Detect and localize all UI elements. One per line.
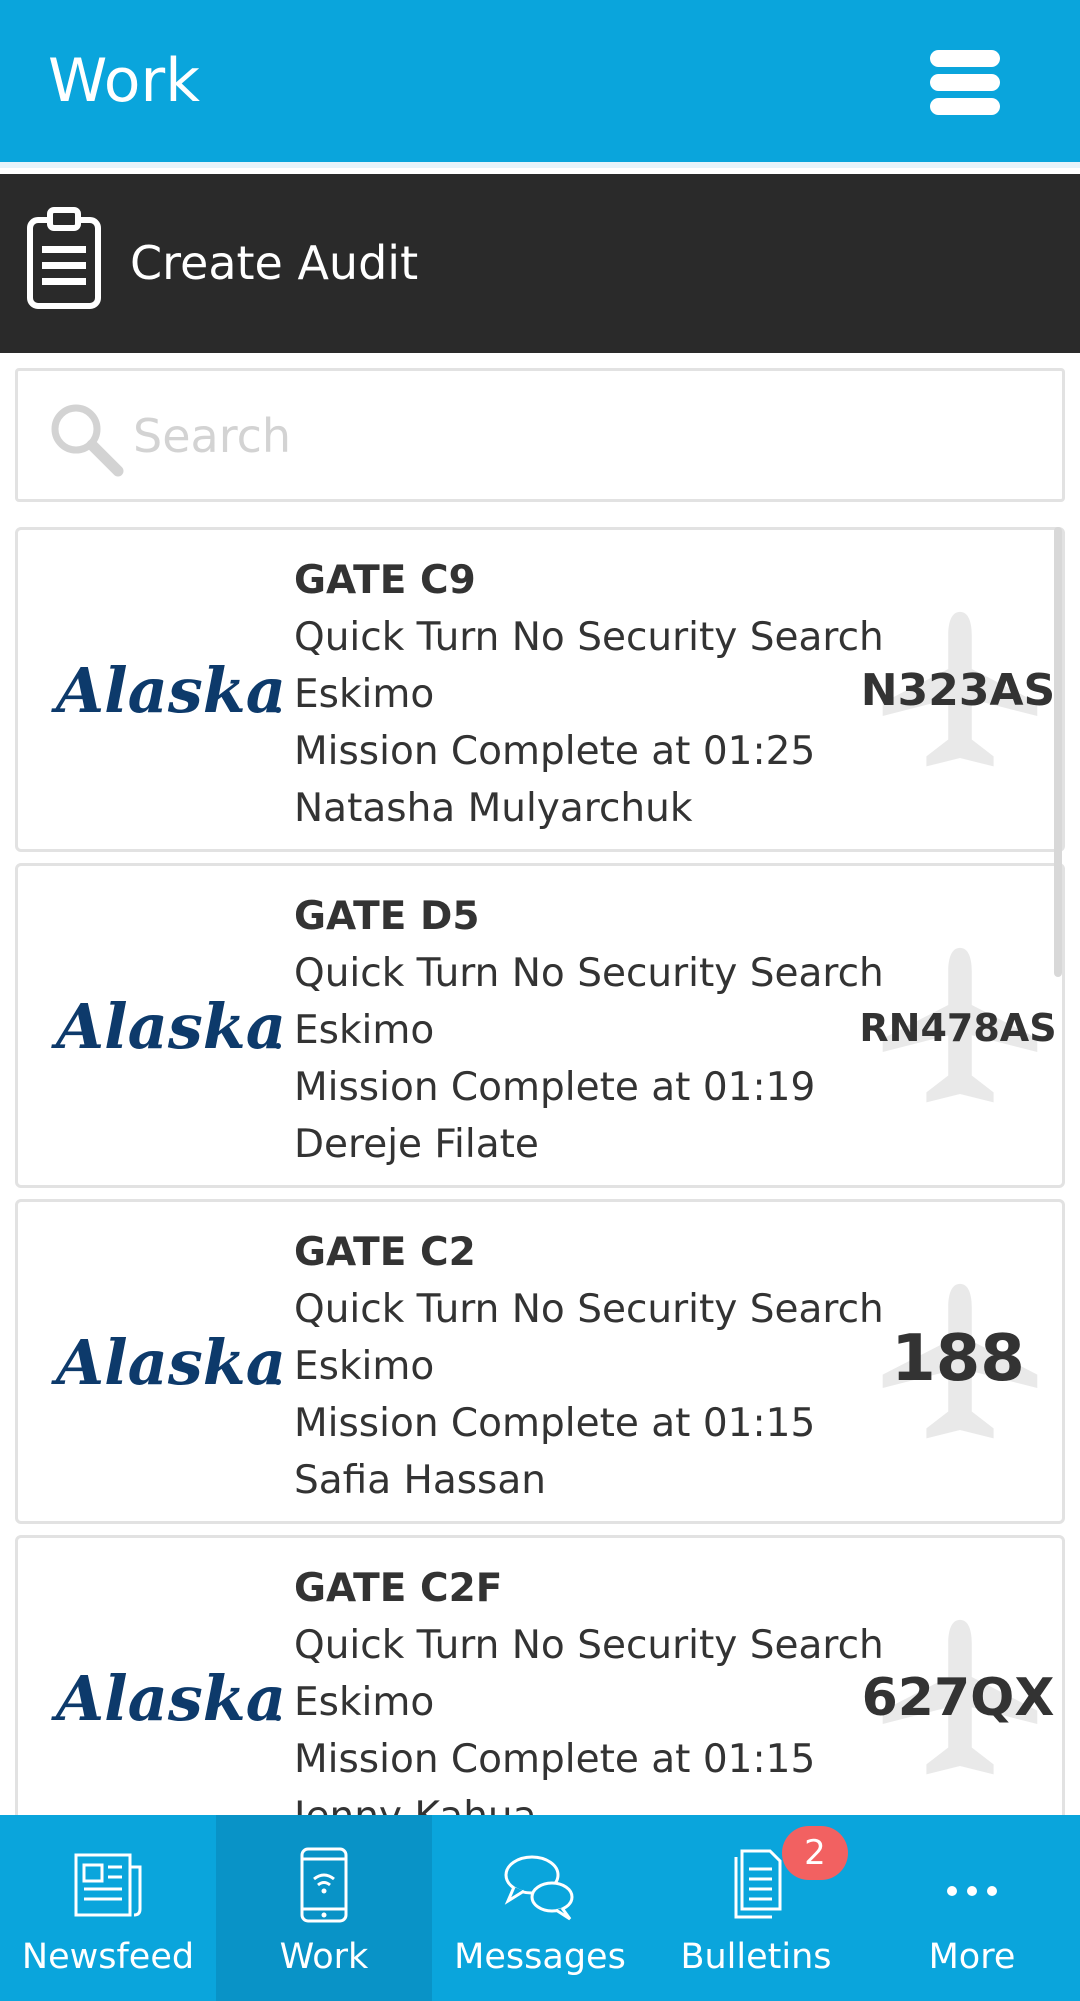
- work-card[interactable]: Alaska GATE C2 Quick Turn No Security Se…: [15, 1199, 1065, 1524]
- nav-label: Work: [279, 1937, 369, 1977]
- nav-work[interactable]: Work: [216, 1815, 432, 2001]
- clipboard-icon: [27, 207, 101, 309]
- work-card[interactable]: Alaska GATE D5 Quick Turn No Security Se…: [15, 863, 1065, 1188]
- nav-label: Bulletins: [680, 1937, 832, 1977]
- phone-icon: [300, 1847, 348, 1923]
- svg-text:Alaska: Alaska: [51, 990, 286, 1063]
- search-input[interactable]: [133, 401, 1033, 471]
- bottom-navigation: Newsfeed Work Messages Bulletins More: [0, 1815, 1080, 2001]
- status-text: Mission Complete at 01:19: [294, 1065, 816, 1110]
- nav-label: More: [928, 1937, 1016, 1977]
- task-type: Quick Turn No Security Search: [294, 951, 884, 996]
- nav-label: Messages: [454, 1937, 626, 1977]
- tail-number: N323AS: [860, 665, 1056, 716]
- person-name: Jenny Kahua: [294, 1788, 884, 1815]
- task-type: Quick Turn No Security Search: [294, 615, 884, 660]
- team-name: Eskimo: [294, 1680, 435, 1725]
- gate-label: GATE C2F: [294, 1566, 503, 1611]
- nav-newsfeed[interactable]: Newsfeed: [0, 1815, 216, 2001]
- gate-label: GATE D5: [294, 894, 480, 939]
- gate-label: GATE C9: [294, 558, 476, 603]
- scrollbar[interactable]: [1054, 527, 1062, 977]
- person-name: Safia Hassan: [294, 1458, 546, 1503]
- alaska-logo: Alaska: [51, 654, 286, 727]
- alaska-logo: Alaska: [51, 990, 286, 1063]
- person-name: Natasha Mulyarchuk: [294, 786, 693, 831]
- nav-more[interactable]: More: [864, 1815, 1080, 2001]
- work-card[interactable]: Alaska GATE C9 Quick Turn No Security Se…: [15, 527, 1065, 852]
- nav-label: Newsfeed: [21, 1937, 195, 1977]
- person-name: Dereje Filate: [294, 1122, 539, 1167]
- search-box[interactable]: [15, 368, 1065, 502]
- team-name: Eskimo: [294, 1008, 435, 1053]
- status-text: Mission Complete at 01:15: [294, 1737, 816, 1782]
- create-audit-label: Create Audit: [130, 236, 419, 290]
- nav-messages[interactable]: Messages: [432, 1815, 648, 2001]
- search-icon: [51, 404, 124, 477]
- task-type: Quick Turn No Security Search: [294, 1623, 884, 1668]
- tail-number: 627QX: [861, 1668, 1055, 1728]
- svg-text:Alaska: Alaska: [51, 1662, 286, 1735]
- more-dots-icon: [947, 1886, 997, 1896]
- team-name: Eskimo: [294, 1344, 435, 1389]
- status-text: Mission Complete at 01:25: [294, 729, 816, 774]
- status-text: Mission Complete at 01:15: [294, 1401, 816, 1446]
- gate-label: GATE C2: [294, 1230, 476, 1275]
- page-title: Work: [48, 46, 200, 116]
- tail-number: 188: [891, 1322, 1025, 1396]
- create-audit-button[interactable]: Create Audit: [0, 174, 1080, 353]
- task-type: Quick Turn No Security Search: [294, 1287, 884, 1332]
- app-header: Work: [0, 0, 1080, 168]
- alaska-logo: Alaska: [51, 1326, 286, 1399]
- alaska-logo: Alaska: [51, 1662, 286, 1735]
- svg-text:Alaska: Alaska: [51, 654, 286, 727]
- newspaper-icon: [74, 1853, 142, 1917]
- tail-number: RN478AS: [859, 1006, 1057, 1050]
- team-name: Eskimo: [294, 672, 435, 717]
- svg-text:Alaska: Alaska: [51, 1326, 286, 1399]
- notification-badge: 2: [782, 1826, 848, 1880]
- work-card[interactable]: Alaska GATE C2F Quick Turn No Security S…: [15, 1535, 1065, 1815]
- hamburger-menu-icon[interactable]: [930, 50, 1006, 116]
- work-list: Alaska GATE C9 Quick Turn No Security Se…: [0, 527, 1080, 1815]
- chat-bubbles-icon: [504, 1855, 574, 1921]
